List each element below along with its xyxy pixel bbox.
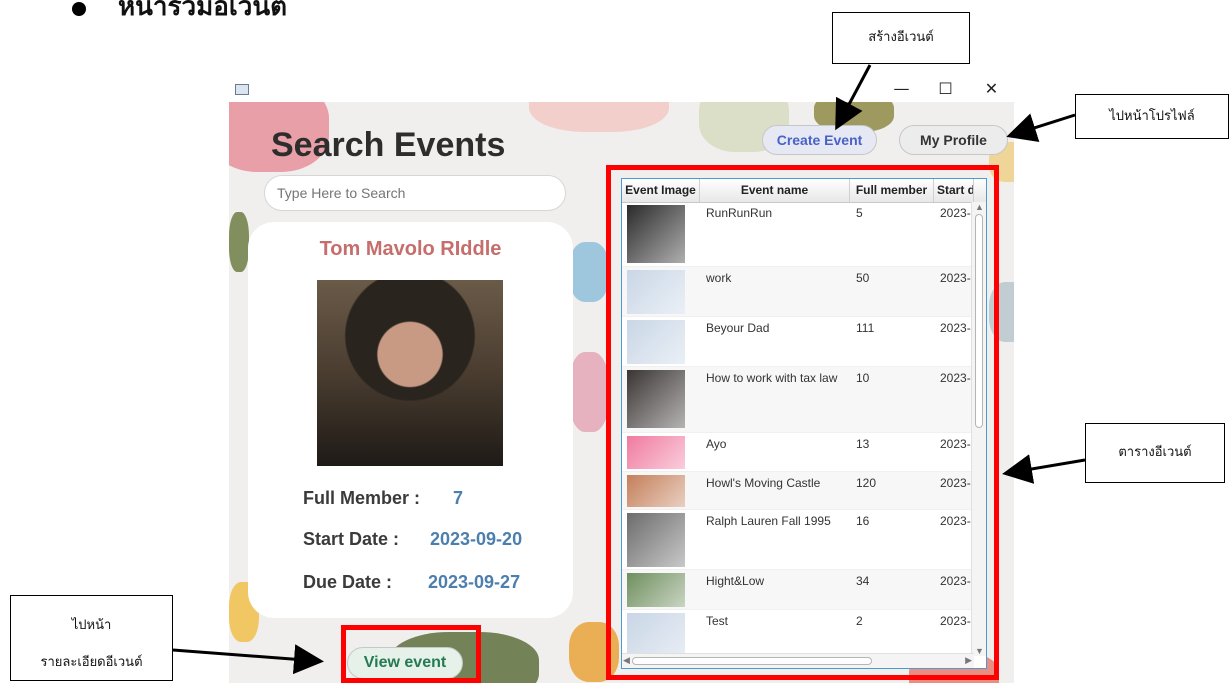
annotation-arrows xyxy=(172,64,1086,675)
arrow-to-profile xyxy=(1006,113,1076,143)
arrow-to-create xyxy=(835,64,872,131)
arrow-to-table xyxy=(1002,454,1086,484)
arrow-to-view xyxy=(172,644,324,675)
